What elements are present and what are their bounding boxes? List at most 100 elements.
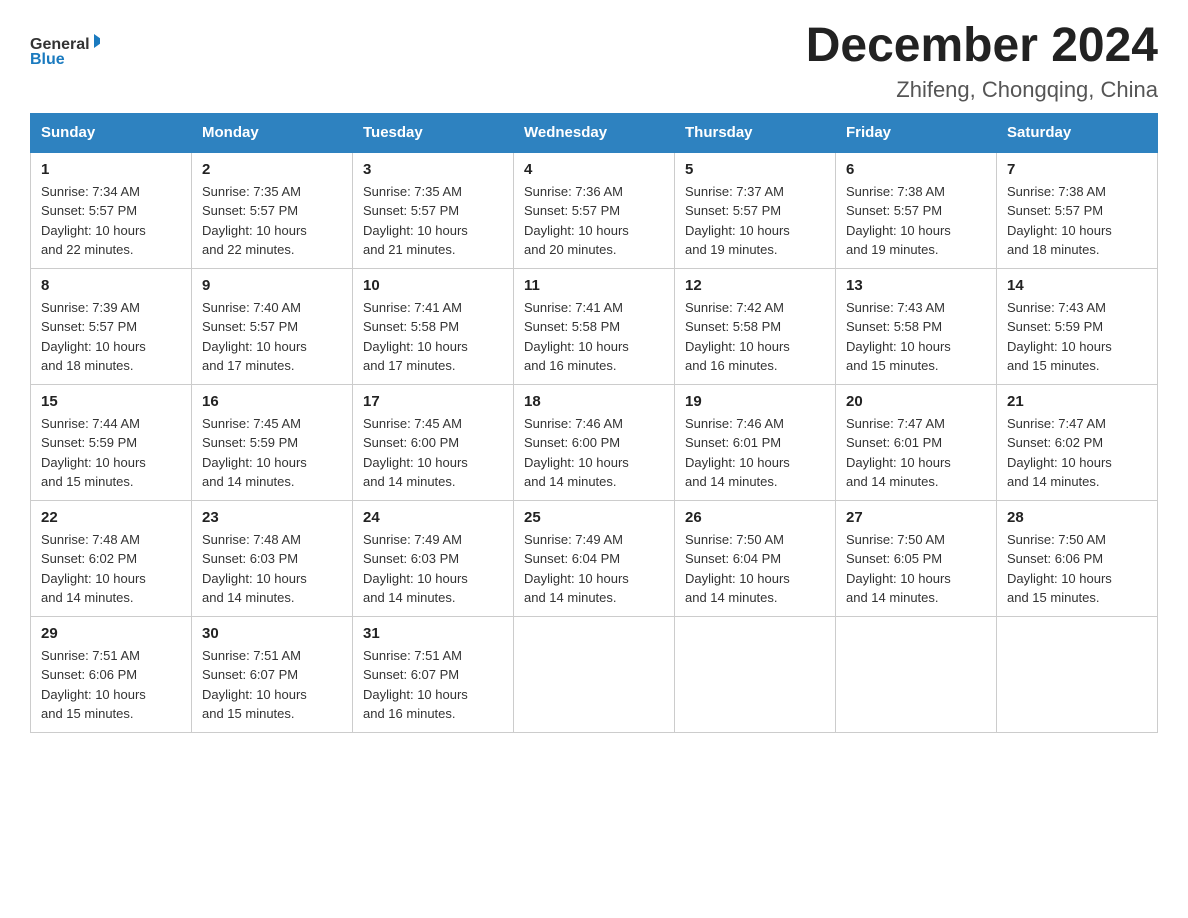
weekday-header-friday: Friday <box>836 113 997 152</box>
weekday-header-saturday: Saturday <box>997 113 1158 152</box>
day-number: 17 <box>363 393 503 410</box>
day-number: 25 <box>524 509 664 526</box>
day-info: Sunrise: 7:48 AMSunset: 6:03 PMDaylight:… <box>202 530 342 608</box>
day-info: Sunrise: 7:48 AMSunset: 6:02 PMDaylight:… <box>41 530 181 608</box>
calendar-cell: 27 Sunrise: 7:50 AMSunset: 6:05 PMDayligh… <box>836 500 997 616</box>
day-number: 3 <box>363 161 503 178</box>
calendar-week-row-5: 29 Sunrise: 7:51 AMSunset: 6:06 PMDayligh… <box>31 616 1158 732</box>
day-number: 4 <box>524 161 664 178</box>
day-info: Sunrise: 7:47 AMSunset: 6:01 PMDaylight:… <box>846 414 986 492</box>
day-number: 15 <box>41 393 181 410</box>
day-info: Sunrise: 7:43 AMSunset: 5:59 PMDaylight:… <box>1007 298 1147 376</box>
day-number: 18 <box>524 393 664 410</box>
day-info: Sunrise: 7:50 AMSunset: 6:04 PMDaylight:… <box>685 530 825 608</box>
calendar-cell: 4 Sunrise: 7:36 AMSunset: 5:57 PMDaylight… <box>514 152 675 269</box>
calendar-cell: 22 Sunrise: 7:48 AMSunset: 6:02 PMDayligh… <box>31 500 192 616</box>
day-number: 13 <box>846 277 986 294</box>
location-subtitle: Zhifeng, Chongqing, China <box>806 77 1158 103</box>
page-header: General Blue December 2024 Zhifeng, Chon… <box>30 20 1158 103</box>
day-info: Sunrise: 7:41 AMSunset: 5:58 PMDaylight:… <box>363 298 503 376</box>
day-info: Sunrise: 7:51 AMSunset: 6:06 PMDaylight:… <box>41 646 181 724</box>
calendar-cell: 12 Sunrise: 7:42 AMSunset: 5:58 PMDayligh… <box>675 268 836 384</box>
calendar-cell: 23Sunrise: 7:48 AMSunset: 6:03 PMDayligh… <box>192 500 353 616</box>
day-number: 28 <box>1007 509 1147 526</box>
day-info: Sunrise: 7:49 AMSunset: 6:03 PMDaylight:… <box>363 530 503 608</box>
calendar-cell: 11Sunrise: 7:41 AMSunset: 5:58 PMDayligh… <box>514 268 675 384</box>
day-info: Sunrise: 7:45 AMSunset: 6:00 PMDaylight:… <box>363 414 503 492</box>
calendar-cell: 10 Sunrise: 7:41 AMSunset: 5:58 PMDayligh… <box>353 268 514 384</box>
day-number: 9 <box>202 277 342 294</box>
day-number: 20 <box>846 393 986 410</box>
calendar-cell: 9Sunrise: 7:40 AMSunset: 5:57 PMDaylight… <box>192 268 353 384</box>
calendar-cell: 7Sunrise: 7:38 AMSunset: 5:57 PMDaylight… <box>997 152 1158 269</box>
calendar-cell: 30 Sunrise: 7:51 AMSunset: 6:07 PMDayligh… <box>192 616 353 732</box>
calendar-week-row-1: 1 Sunrise: 7:34 AMSunset: 5:57 PMDaylight… <box>31 152 1158 269</box>
calendar-cell: 31Sunrise: 7:51 AMSunset: 6:07 PMDayligh… <box>353 616 514 732</box>
weekday-header-tuesday: Tuesday <box>353 113 514 152</box>
day-info: Sunrise: 7:51 AMSunset: 6:07 PMDaylight:… <box>363 646 503 724</box>
day-number: 1 <box>41 161 181 178</box>
calendar-cell: 8Sunrise: 7:39 AMSunset: 5:57 PMDaylight… <box>31 268 192 384</box>
day-number: 19 <box>685 393 825 410</box>
weekday-header-sunday: Sunday <box>31 113 192 152</box>
day-info: Sunrise: 7:50 AMSunset: 6:05 PMDaylight:… <box>846 530 986 608</box>
calendar-cell: 1 Sunrise: 7:34 AMSunset: 5:57 PMDaylight… <box>31 152 192 269</box>
calendar-cell: 19 Sunrise: 7:46 AMSunset: 6:01 PMDayligh… <box>675 384 836 500</box>
day-number: 21 <box>1007 393 1147 410</box>
day-info: Sunrise: 7:46 AMSunset: 6:00 PMDaylight:… <box>524 414 664 492</box>
calendar-cell: 24 Sunrise: 7:49 AMSunset: 6:03 PMDayligh… <box>353 500 514 616</box>
month-year-title: December 2024 <box>806 20 1158 73</box>
day-number: 29 <box>41 625 181 642</box>
day-number: 22 <box>41 509 181 526</box>
day-info: Sunrise: 7:35 AMSunset: 5:57 PMDaylight:… <box>363 182 503 260</box>
calendar-cell: 17 Sunrise: 7:45 AMSunset: 6:00 PMDayligh… <box>353 384 514 500</box>
calendar-cell: 26 Sunrise: 7:50 AMSunset: 6:04 PMDayligh… <box>675 500 836 616</box>
day-number: 26 <box>685 509 825 526</box>
day-number: 27 <box>846 509 986 526</box>
day-info: Sunrise: 7:49 AMSunset: 6:04 PMDaylight:… <box>524 530 664 608</box>
calendar-cell <box>836 616 997 732</box>
day-number: 16 <box>202 393 342 410</box>
calendar-cell: 14 Sunrise: 7:43 AMSunset: 5:59 PMDayligh… <box>997 268 1158 384</box>
day-info: Sunrise: 7:51 AMSunset: 6:07 PMDaylight:… <box>202 646 342 724</box>
day-number: 7 <box>1007 161 1147 178</box>
day-info: Sunrise: 7:38 AMSunset: 5:57 PMDaylight:… <box>846 182 986 260</box>
day-info: Sunrise: 7:36 AMSunset: 5:57 PMDaylight:… <box>524 182 664 260</box>
calendar-cell <box>514 616 675 732</box>
calendar-cell <box>997 616 1158 732</box>
weekday-header-row: SundayMondayTuesdayWednesdayThursdayFrid… <box>31 113 1158 152</box>
calendar-cell: 28 Sunrise: 7:50 AMSunset: 6:06 PMDayligh… <box>997 500 1158 616</box>
calendar-week-row-3: 15 Sunrise: 7:44 AMSunset: 5:59 PMDayligh… <box>31 384 1158 500</box>
day-number: 2 <box>202 161 342 178</box>
day-info: Sunrise: 7:50 AMSunset: 6:06 PMDaylight:… <box>1007 530 1147 608</box>
calendar-cell: 29 Sunrise: 7:51 AMSunset: 6:06 PMDayligh… <box>31 616 192 732</box>
calendar-cell: 18 Sunrise: 7:46 AMSunset: 6:00 PMDayligh… <box>514 384 675 500</box>
day-info: Sunrise: 7:34 AMSunset: 5:57 PMDaylight:… <box>41 182 181 260</box>
day-number: 14 <box>1007 277 1147 294</box>
calendar-cell: 15 Sunrise: 7:44 AMSunset: 5:59 PMDayligh… <box>31 384 192 500</box>
day-number: 10 <box>363 277 503 294</box>
weekday-header-thursday: Thursday <box>675 113 836 152</box>
day-info: Sunrise: 7:46 AMSunset: 6:01 PMDaylight:… <box>685 414 825 492</box>
logo: General Blue <box>30 20 100 80</box>
day-number: 5 <box>685 161 825 178</box>
day-info: Sunrise: 7:45 AMSunset: 5:59 PMDaylight:… <box>202 414 342 492</box>
day-number: 12 <box>685 277 825 294</box>
day-number: 30 <box>202 625 342 642</box>
day-number: 11 <box>524 277 664 294</box>
weekday-header-wednesday: Wednesday <box>514 113 675 152</box>
logo-svg: General Blue <box>30 20 100 80</box>
day-number: 6 <box>846 161 986 178</box>
calendar-cell: 3 Sunrise: 7:35 AMSunset: 5:57 PMDaylight… <box>353 152 514 269</box>
calendar-table: SundayMondayTuesdayWednesdayThursdayFrid… <box>30 113 1158 733</box>
calendar-cell: 16 Sunrise: 7:45 AMSunset: 5:59 PMDayligh… <box>192 384 353 500</box>
day-info: Sunrise: 7:43 AMSunset: 5:58 PMDaylight:… <box>846 298 986 376</box>
calendar-cell <box>675 616 836 732</box>
calendar-cell: 5Sunrise: 7:37 AMSunset: 5:57 PMDaylight… <box>675 152 836 269</box>
calendar-week-row-2: 8Sunrise: 7:39 AMSunset: 5:57 PMDaylight… <box>31 268 1158 384</box>
day-info: Sunrise: 7:42 AMSunset: 5:58 PMDaylight:… <box>685 298 825 376</box>
day-number: 24 <box>363 509 503 526</box>
calendar-cell: 2Sunrise: 7:35 AMSunset: 5:57 PMDaylight… <box>192 152 353 269</box>
calendar-cell: 25 Sunrise: 7:49 AMSunset: 6:04 PMDayligh… <box>514 500 675 616</box>
day-info: Sunrise: 7:44 AMSunset: 5:59 PMDaylight:… <box>41 414 181 492</box>
